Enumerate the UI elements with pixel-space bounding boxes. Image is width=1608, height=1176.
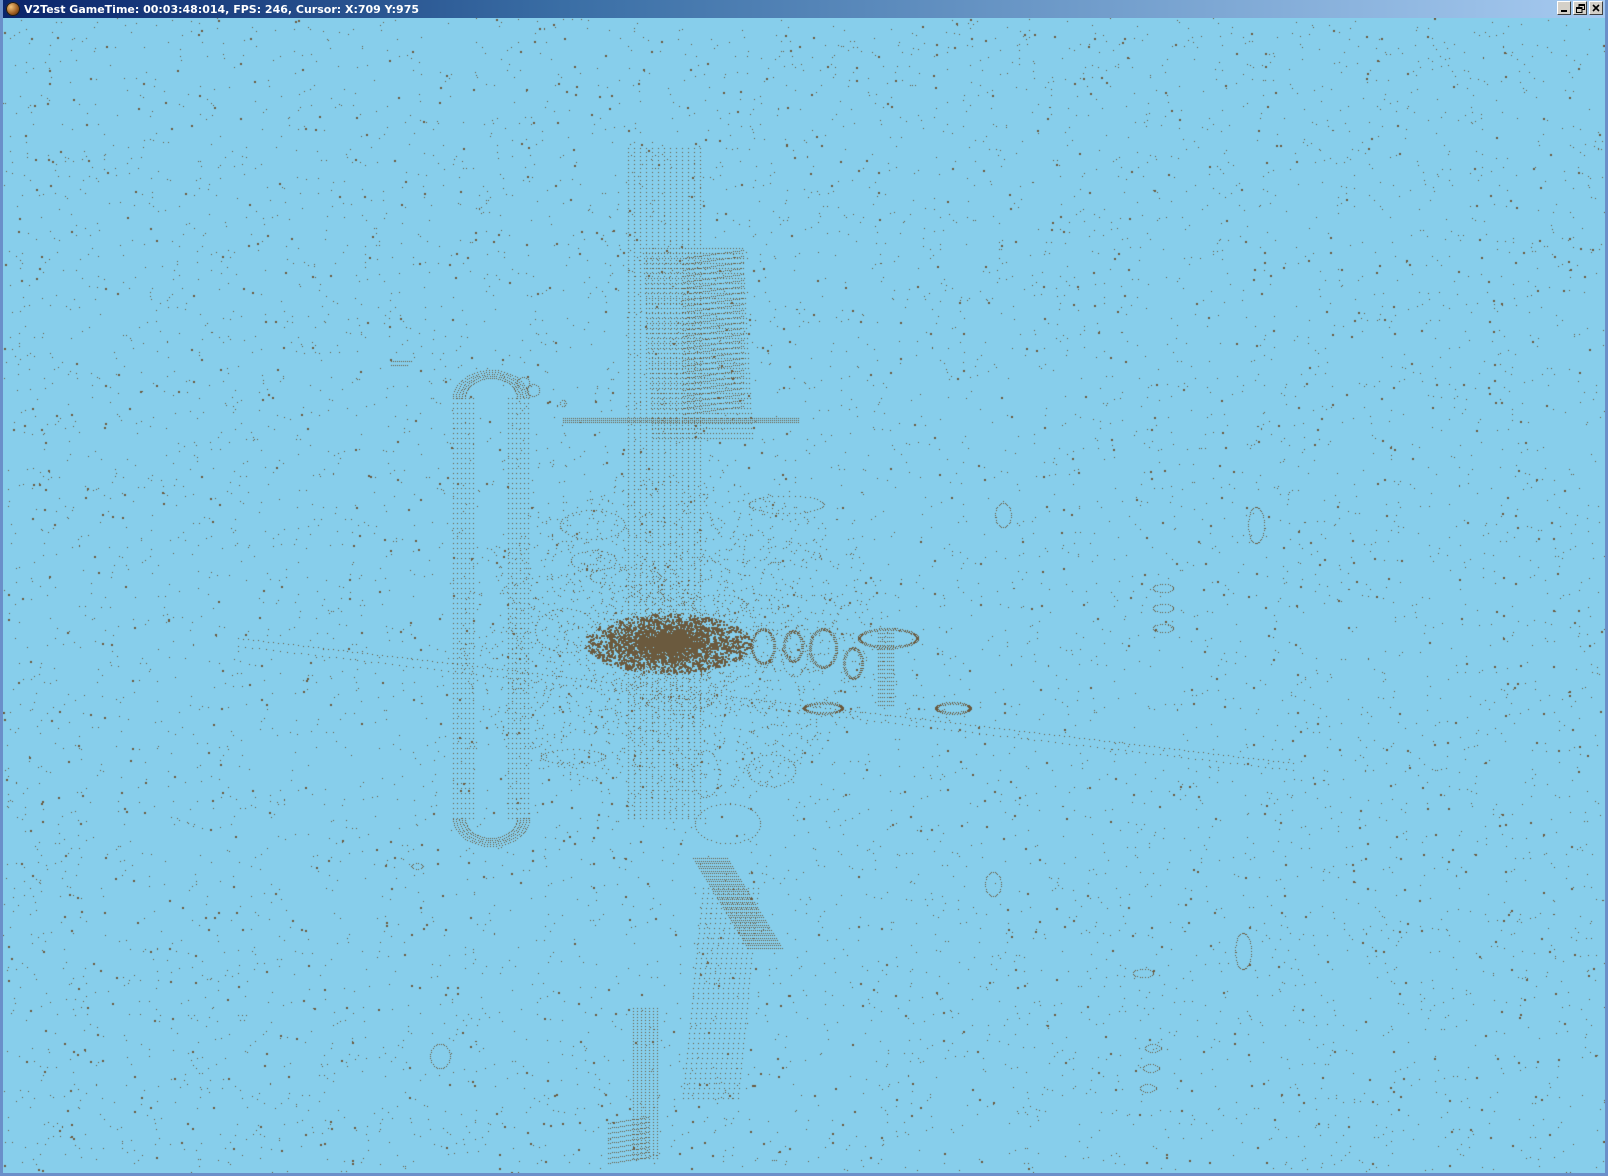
close-icon bbox=[1592, 4, 1600, 12]
restore-icon bbox=[1575, 3, 1585, 13]
minimize-icon bbox=[1561, 10, 1567, 12]
game-viewport[interactable] bbox=[3, 18, 1605, 1173]
game-window: V2Test GameTime: 00:03:48:014, FPS: 246,… bbox=[0, 0, 1608, 1176]
window-title: V2Test GameTime: 00:03:48:014, FPS: 246,… bbox=[24, 2, 420, 16]
restore-button[interactable] bbox=[1573, 1, 1587, 15]
game-app-icon[interactable] bbox=[6, 2, 20, 16]
point-cloud-scene[interactable] bbox=[3, 18, 1605, 1173]
minimize-button[interactable] bbox=[1557, 1, 1571, 15]
title-bar[interactable]: V2Test GameTime: 00:03:48:014, FPS: 246,… bbox=[3, 0, 1605, 18]
close-button[interactable] bbox=[1589, 1, 1603, 15]
window-controls bbox=[1557, 1, 1603, 15]
